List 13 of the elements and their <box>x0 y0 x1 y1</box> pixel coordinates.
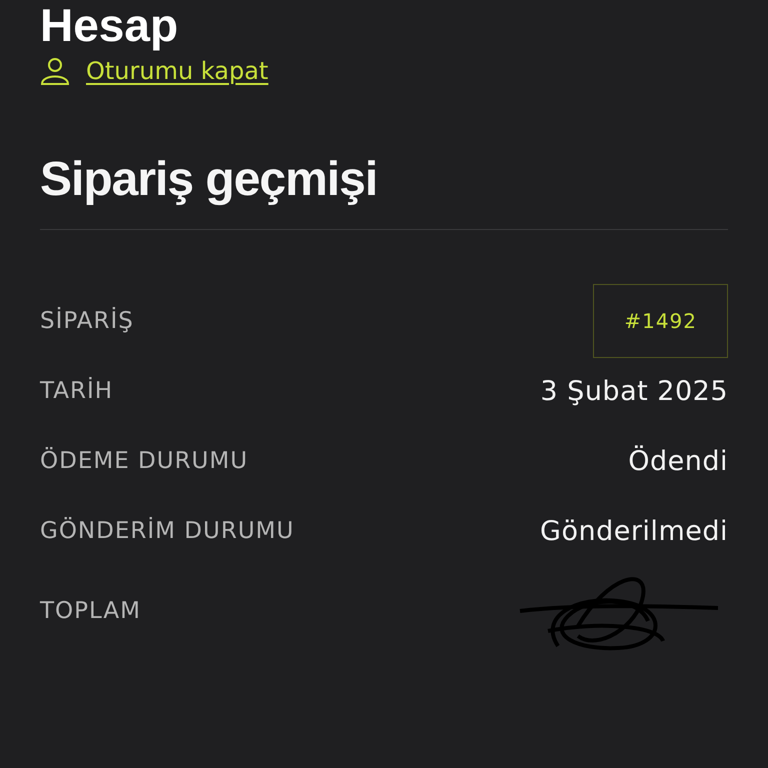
field-label: ÖDEME DURUMU <box>40 448 248 474</box>
field-label: TOPLAM <box>40 598 141 624</box>
order-number-link[interactable]: #1492 <box>593 284 728 358</box>
page-title: Hesap <box>40 0 180 50</box>
logout-link[interactable]: Oturumu kapat <box>40 56 268 86</box>
field-value: 3 Şubat 2025 <box>540 376 728 406</box>
field-label: SİPARİŞ <box>40 308 134 334</box>
field-label: GÖNDERİM DURUMU <box>40 518 294 544</box>
field-value: Gönderilmedi <box>540 516 728 546</box>
field-value: Ödendi <box>628 446 728 476</box>
field-label: TARİH <box>40 378 114 404</box>
user-icon <box>40 56 70 86</box>
section-heading: Sipariş geçmişi <box>40 152 728 230</box>
